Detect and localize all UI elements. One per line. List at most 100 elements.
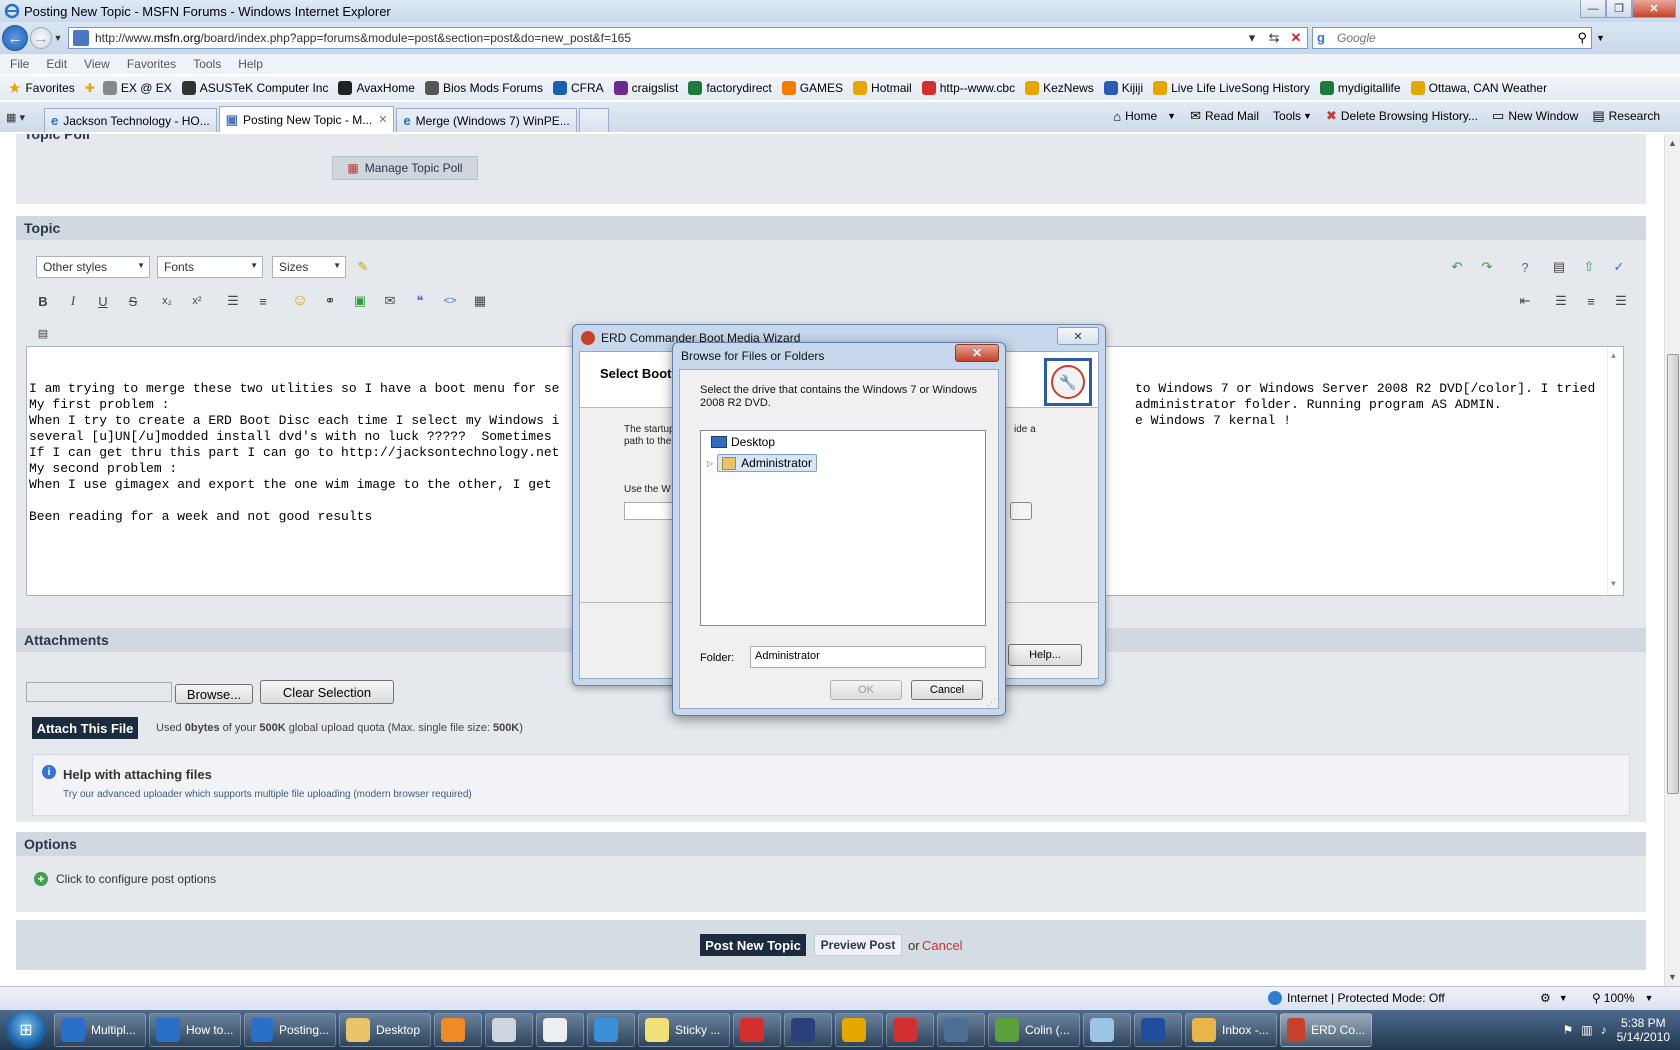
favorite-link[interactable]: CFRA	[552, 81, 604, 95]
stop-icon[interactable]: ✕	[1285, 28, 1307, 48]
sizes-select[interactable]: Sizes ▼	[272, 256, 346, 278]
superscript-icon[interactable]: x²	[186, 290, 208, 312]
quick-tabs-button[interactable]: ▦ ▾	[6, 105, 44, 129]
forward-button[interactable]: →	[30, 27, 52, 49]
bullet-list-icon[interactable]: ☰	[222, 290, 244, 312]
tools-button[interactable]: Tools ▼	[1273, 109, 1312, 123]
tray-network-icon[interactable]: ▥	[1581, 1023, 1592, 1037]
start-button[interactable]: ⊞	[6, 1011, 46, 1049]
taskbar-item[interactable]	[1134, 1013, 1182, 1047]
favorite-link[interactable]: Ottawa, CAN Weather	[1410, 81, 1547, 95]
help-icon[interactable]: ?	[1514, 256, 1536, 278]
strikethrough-icon[interactable]: S	[122, 290, 144, 312]
taskbar-item[interactable]: Posting...	[244, 1013, 336, 1047]
code-icon[interactable]: <>	[439, 290, 461, 312]
erd-browse-button[interactable]	[1010, 502, 1032, 520]
tray-flag-icon[interactable]: ⚑	[1563, 1023, 1574, 1037]
taskbar-item[interactable]	[536, 1013, 584, 1047]
search-box[interactable]: g ⚲	[1312, 27, 1592, 49]
clear-selection-button[interactable]: Clear Selection	[260, 680, 394, 704]
outdent-icon[interactable]: ⇤	[1514, 290, 1536, 312]
manage-topic-poll-button[interactable]: ▦ Manage Topic Poll	[332, 156, 478, 180]
taskbar-item[interactable]	[733, 1013, 781, 1047]
configure-options-link[interactable]: + Click to configure post options	[34, 872, 216, 886]
taskbar-item[interactable]	[784, 1013, 832, 1047]
italic-icon[interactable]: I	[62, 290, 84, 312]
delete-history-button[interactable]: ✖ Delete Browsing History...	[1326, 108, 1478, 124]
favorite-link[interactable]: http--www.cbc	[921, 81, 1015, 95]
email-icon[interactable]: ✉	[379, 290, 401, 312]
address-dropdown-icon[interactable]: ▾	[1241, 28, 1263, 48]
tree-item-desktop[interactable]: Desktop	[711, 433, 775, 451]
remove-format-icon[interactable]: ✎	[352, 256, 374, 278]
favorite-link[interactable]: craigslist	[613, 81, 678, 95]
search-options-icon[interactable]: ▼	[1596, 33, 1605, 43]
align-right-icon[interactable]: ☰	[1610, 290, 1632, 312]
scrollbar-thumb[interactable]	[1667, 354, 1679, 794]
post-new-topic-button[interactable]: Post New Topic	[700, 934, 806, 956]
menu-favorites[interactable]: Favorites	[127, 57, 176, 71]
add-favorite-icon[interactable]: ✚	[85, 81, 95, 95]
research-button[interactable]: ▤ Research	[1592, 108, 1660, 124]
emoticon-icon[interactable]: ☺	[289, 290, 311, 312]
close-window-button[interactable]: ✕	[1632, 0, 1676, 18]
underline-icon[interactable]: U	[92, 290, 114, 312]
page-scrollbar[interactable]: ▲ ▼	[1664, 134, 1680, 986]
taskbar-item[interactable]: ERD Co...	[1280, 1013, 1372, 1047]
favorite-link[interactable]: AvaxHome	[338, 81, 415, 95]
menu-view[interactable]: View	[84, 57, 110, 71]
address-bar[interactable]: http://www.msfn.org/board/index.php?app=…	[68, 27, 1308, 49]
link-icon[interactable]: ⚭	[319, 290, 341, 312]
expand-arrow-icon[interactable]: ▷	[707, 459, 713, 468]
refresh-icon[interactable]: ⇆	[1263, 28, 1285, 48]
preview-post-button[interactable]: Preview Post	[814, 934, 902, 956]
attach-file-button[interactable]: Attach This File	[32, 717, 138, 739]
tab-posting[interactable]: ▣ Posting New Topic - M... ✕	[218, 106, 395, 132]
quote-icon[interactable]: ❝	[409, 290, 431, 312]
taskbar-item[interactable]: Inbox -...	[1185, 1013, 1277, 1047]
tab-merge[interactable]: e Merge (Windows 7) WinPE...	[396, 108, 577, 132]
new-window-button[interactable]: ▭ New Window	[1492, 108, 1578, 124]
browse-close-button[interactable]: ✕	[955, 344, 999, 362]
menu-edit[interactable]: Edit	[46, 57, 67, 71]
browse-button[interactable]: Browse...	[175, 684, 253, 704]
redo-icon[interactable]: ↷	[1476, 256, 1498, 278]
url-text[interactable]: http://www.msfn.org/board/index.php?app=…	[95, 31, 1241, 45]
popup-status[interactable]: ⚙ ▼	[1540, 991, 1568, 1005]
bold-icon[interactable]: B	[32, 290, 54, 312]
favorites-button[interactable]: ★ Favorites	[8, 79, 75, 97]
fonts-select[interactable]: Fonts ▼	[157, 256, 263, 278]
favorite-link[interactable]: Hotmail	[853, 81, 912, 95]
minimize-button[interactable]: —	[1580, 0, 1606, 18]
favorite-link[interactable]: EX @ EX	[102, 81, 172, 95]
favorite-link[interactable]: factorydirect	[688, 81, 772, 95]
editor-scrollbar[interactable]: ▲ ▼	[1607, 347, 1623, 595]
taskbar-item[interactable]	[434, 1013, 482, 1047]
image-icon[interactable]: ▣	[349, 290, 371, 312]
favorite-link[interactable]: Bios Mods Forums	[424, 81, 543, 95]
zoom-control[interactable]: ⚲ 100% ▼	[1592, 991, 1653, 1005]
favorite-link[interactable]: GAMES	[781, 81, 843, 95]
taskbar-item[interactable]	[485, 1013, 533, 1047]
home-dropdown-icon[interactable]: ▼	[1167, 111, 1176, 121]
cancel-link[interactable]: Cancel	[922, 938, 962, 953]
numbered-list-icon[interactable]: ≡	[252, 290, 274, 312]
special-chars-icon[interactable]: ▦	[469, 290, 491, 312]
resize-grip-icon[interactable]: ⋰	[987, 697, 996, 708]
taskbar-item[interactable]	[937, 1013, 985, 1047]
clock[interactable]: 5:38 PM 5/14/2010	[1617, 1016, 1670, 1044]
menu-file[interactable]: File	[10, 57, 29, 71]
save-draft-icon[interactable]: ⇧	[1578, 256, 1600, 278]
favorite-link[interactable]: Live Life LiveSong History	[1153, 81, 1310, 95]
maximize-button[interactable]: ❐	[1606, 0, 1632, 18]
browse-cancel-button[interactable]: Cancel	[911, 680, 983, 700]
favorite-link[interactable]: ASUSTeK Computer Inc	[181, 81, 328, 95]
search-input[interactable]	[1337, 31, 1578, 45]
taskbar-item[interactable]: Multipl...	[54, 1013, 146, 1047]
tray-volume-icon[interactable]: ♪	[1601, 1023, 1607, 1037]
taskbar-item[interactable]: How to...	[149, 1013, 241, 1047]
taskbar-item[interactable]	[587, 1013, 635, 1047]
favorite-link[interactable]: KezNews	[1025, 81, 1094, 95]
taskbar-item[interactable]: Desktop	[339, 1013, 431, 1047]
home-button[interactable]: ⌂ Home ▼	[1113, 109, 1176, 124]
